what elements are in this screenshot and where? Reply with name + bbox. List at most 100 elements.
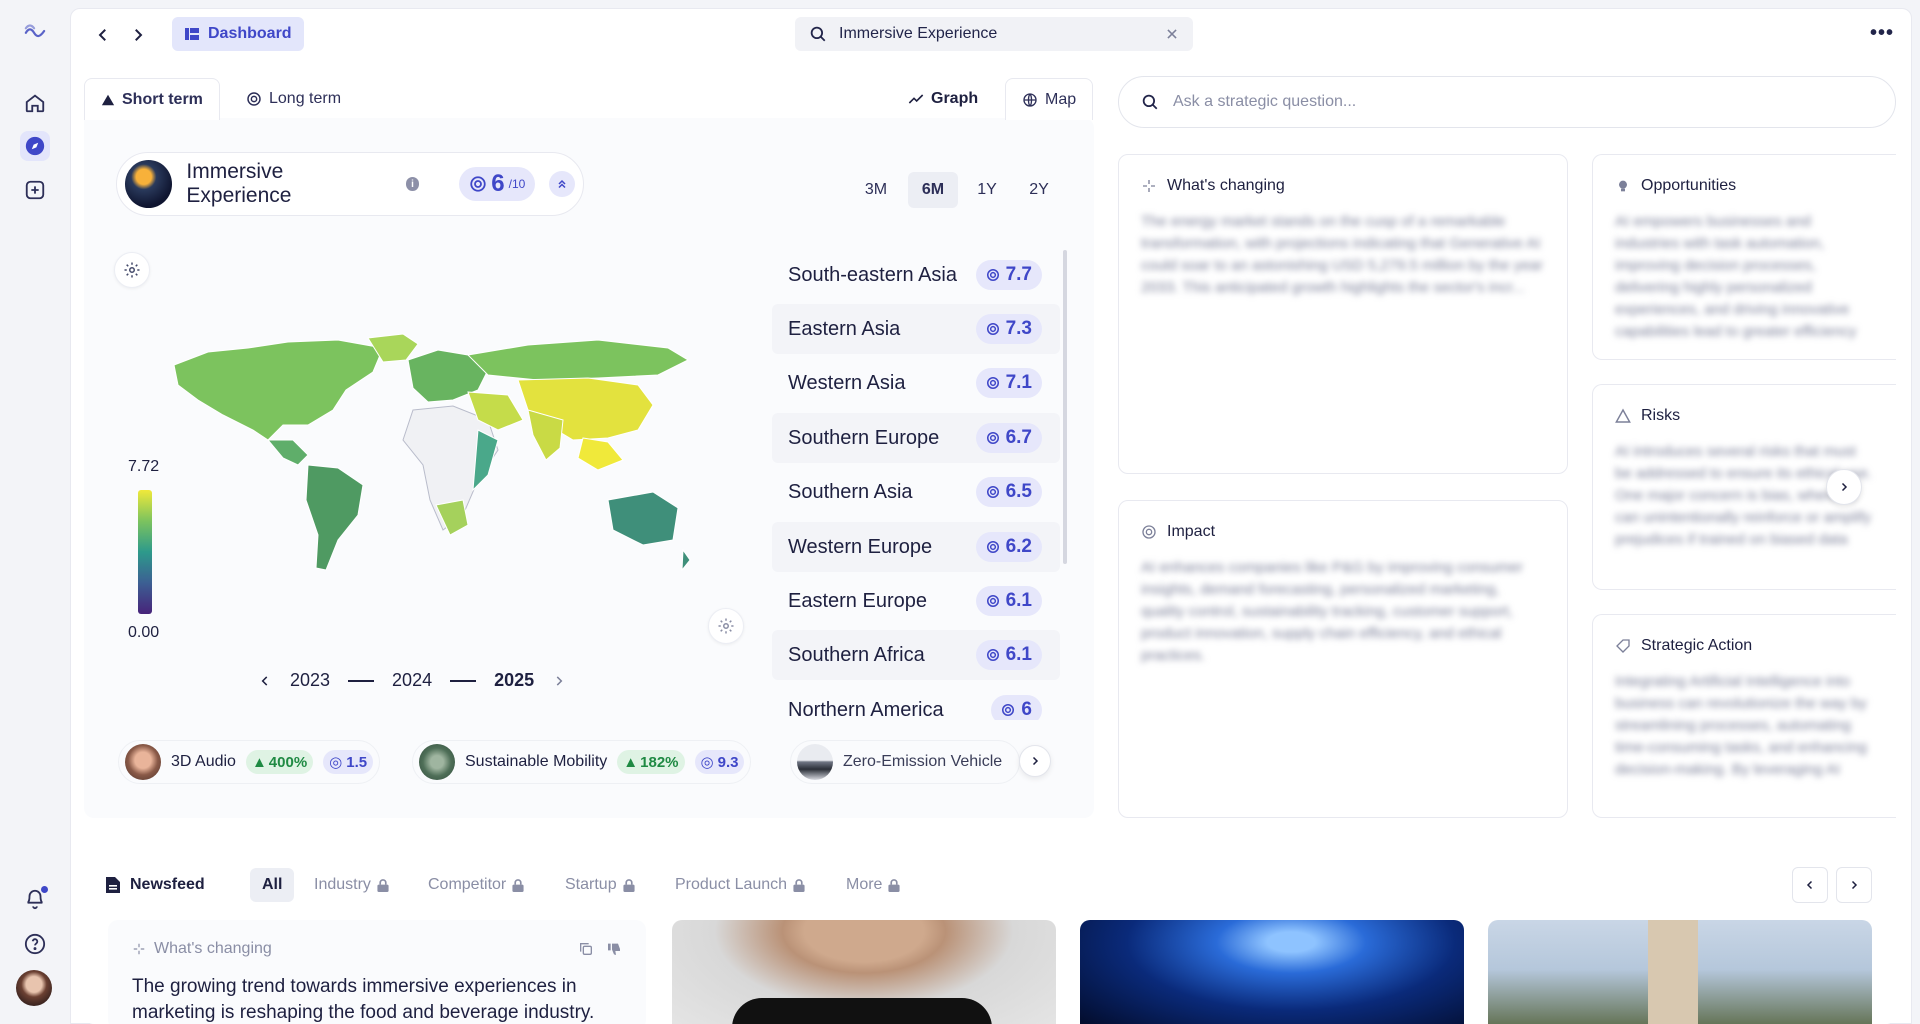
score-value: 9.3 [717,753,739,771]
copy-icon[interactable] [578,941,594,957]
range-1y[interactable]: 1Y [962,172,1012,208]
news-card-text: The growing trend towards immersive expe… [132,976,595,1023]
map-settings-button[interactable] [114,252,150,288]
lock-icon [888,878,901,892]
home-icon[interactable] [20,88,50,118]
newsfeed-tab-competitor[interactable]: Competitor [416,868,536,902]
region-name: Western Asia [788,371,906,394]
dashboard-breadcrumb[interactable]: Dashboard [172,17,304,51]
newsfeed-title-label: Newsfeed [130,876,205,893]
map-region-north-america [173,339,384,441]
region-row[interactable]: Southern Africa 6.1 [772,630,1060,680]
related-trend-3d-audio[interactable]: 3D Audio ▲ 400% ◎ 1.5 [118,740,381,784]
user-avatar[interactable] [16,970,52,1006]
triangle-up-icon [101,94,115,105]
notification-dot [41,886,48,893]
region-row[interactable]: Western Europe 6.2 [772,522,1060,572]
world-choropleth-map[interactable] [168,330,694,600]
ask-question-input[interactable] [1173,93,1873,111]
region-name: Eastern Asia [788,317,901,340]
info-icon[interactable]: i [405,177,420,191]
logo-icon[interactable] [20,16,50,46]
region-list-scrollbar[interactable] [1063,250,1067,564]
region-score: 6.1 [1005,590,1032,611]
clear-search-icon[interactable] [1165,27,1179,41]
region-row[interactable]: Eastern Asia 7.3 [772,304,1060,354]
tab-long-term-label: Long term [269,90,342,107]
newsfeed-next-button[interactable] [1836,867,1872,903]
help-icon[interactable] [20,929,50,959]
opportunities-card[interactable]: Opportunities AI empowers businesses and… [1592,154,1896,360]
more-options-icon[interactable]: ••• [1870,22,1894,45]
tab-short-term-label: Short term [122,90,203,108]
region-row[interactable]: Northern America 6 [772,685,1060,720]
region-name: South-eastern Asia [788,263,957,286]
legend-max: 7.72 [128,458,160,475]
whats-changing-card[interactable]: What's changing The energy market stands… [1118,154,1568,474]
card-title: Opportunities [1641,177,1737,194]
tab-map[interactable]: Map [1005,78,1094,120]
news-card[interactable]: What's changing The growing trend toward… [108,920,646,1024]
region-row[interactable]: Southern Europe 6.7 [772,413,1060,463]
tag-icon [1616,639,1630,653]
range-6m[interactable]: 6M [908,172,958,208]
related-trend-sustainable-mobility[interactable]: Sustainable Mobility ▲ 182% ◎ 9.3 [412,740,752,784]
year-2024[interactable]: 2024 [392,670,432,691]
collapse-button[interactable] [549,171,576,197]
next-year-icon[interactable] [552,674,566,688]
region-score: 6.1 [1005,644,1032,665]
cards-next-button[interactable] [1826,469,1862,505]
newsfeed-tab-more[interactable]: More [834,868,912,902]
newsfeed-tab-startup[interactable]: Startup [553,868,647,902]
region-score: 6.2 [1005,536,1032,557]
gear-icon [718,618,734,634]
map-options-button[interactable] [708,608,744,644]
thumbs-down-icon[interactable] [606,941,622,957]
related-trend-zero-emission-vehicle[interactable]: Zero-Emission Vehicle [790,740,1020,784]
region-row[interactable]: Western Asia 7.1 [772,358,1060,408]
impact-card[interactable]: Impact AI enhances companies like P&G by… [1118,500,1568,818]
lock-icon [377,878,389,892]
news-image-tower[interactable] [1488,920,1872,1024]
top-search-bar[interactable] [795,17,1193,51]
score-badge: ◎ 9.3 [694,750,745,774]
region-row[interactable]: Southern Asia 6.5 [772,467,1060,517]
region-row[interactable]: Eastern Europe 6.1 [772,576,1060,626]
range-2y[interactable]: 2Y [1014,172,1064,208]
tab-graph[interactable]: Graph [892,78,994,120]
newsfeed-tab-all[interactable]: All [250,868,295,902]
tab-short-term[interactable]: Short term [84,78,220,120]
search-input[interactable] [839,25,1153,43]
year-2025[interactable]: 2025 [494,670,534,691]
newsfeed-tab-industry[interactable]: Industry [302,868,401,902]
forward-button[interactable] [125,22,151,48]
notifications-bell-icon[interactable] [20,884,50,914]
year-timeline: 2023 2024 2025 [258,670,566,691]
timeline-divider [450,679,477,682]
year-2023[interactable]: 2023 [290,670,330,691]
tower-shape [1648,920,1698,1024]
explore-compass-icon[interactable] [20,131,50,161]
lock-icon [793,878,805,892]
card-title: Strategic Action [1641,637,1753,654]
ask-question-bar[interactable] [1118,76,1896,128]
strategic-action-card[interactable]: Strategic Action Integrating Artificial … [1592,614,1896,818]
news-image-blue-light[interactable] [1080,920,1464,1024]
range-3m[interactable]: 3M [851,172,901,208]
card-body: Integrating Artificial Intelligence into… [1615,673,1867,778]
chevron-right-icon [1841,482,1848,492]
back-button[interactable] [90,22,116,48]
growth-badge: ▲ 400% [245,750,314,774]
newsfeed-tab-product-launch[interactable]: Product Launch [663,868,817,902]
chevron-left-icon [98,29,106,41]
region-score: 7.3 [1005,318,1032,339]
add-icon[interactable] [20,175,50,205]
tab-long-term[interactable]: Long term [230,78,357,120]
related-next-button[interactable] [1019,745,1051,777]
newsfeed-prev-button[interactable] [1792,867,1828,903]
target-icon [470,176,486,192]
prev-year-icon[interactable] [258,674,272,688]
region-row[interactable]: South-eastern Asia 7.7 [772,250,1060,300]
lock-icon [512,878,524,892]
news-image-vr-headset[interactable] [672,920,1056,1024]
